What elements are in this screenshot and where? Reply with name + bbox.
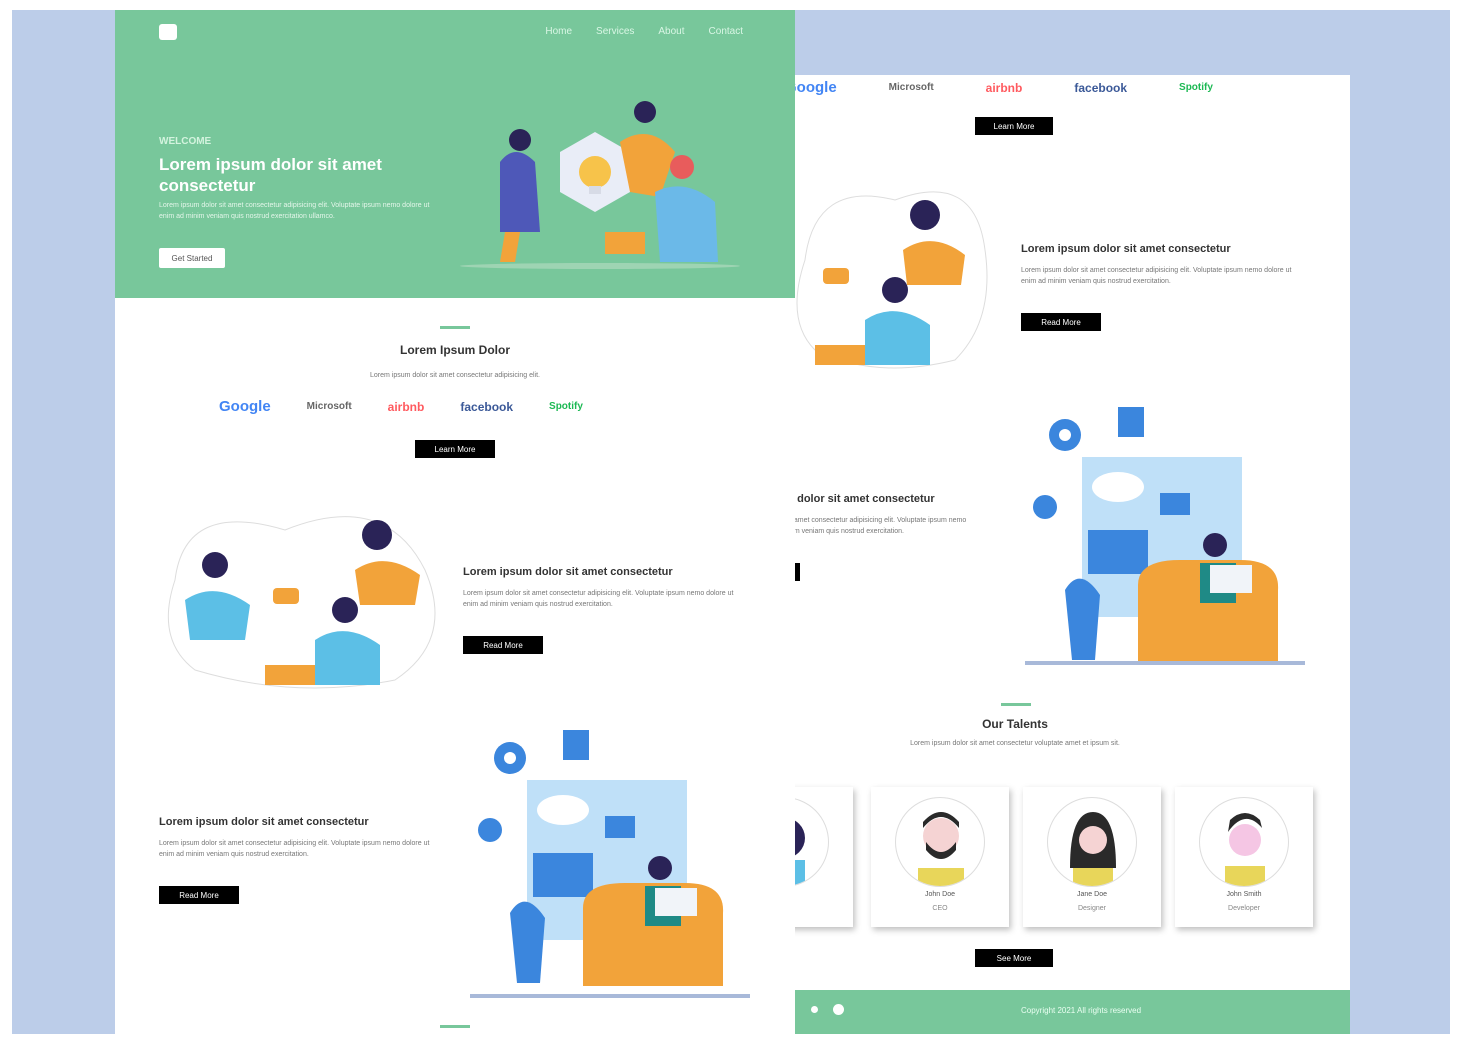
nav-item-about[interactable]: About [658,26,684,37]
avatar [895,797,985,887]
feature-1-button[interactable]: Read More [463,636,543,654]
google-logo: Google [795,79,837,96]
remote-chat-illustration [167,516,436,689]
partners-title: Lorem Ipsum Dolor [399,343,510,357]
feature-2-title: Lorem ipsum dolor sit amet consectetur [795,493,935,505]
facebook-logo: facebook [460,399,514,414]
google-logo: Google [219,398,271,415]
feature-2-text: Lorem ipsum dolor sit amet consectetur a… [159,840,430,858]
partners-button[interactable]: Learn More [975,117,1053,135]
spotify-logo: Spotify [549,401,583,412]
talents-button[interactable]: See More [975,949,1053,967]
hero-cta-button[interactable]: Get Started [159,248,225,268]
avatar [795,797,829,887]
airbnb-logo: airbnb [985,80,1023,95]
footer: Copyright 2021 All rights reserved [795,990,1350,1034]
top-nav: Home Services About Contact [545,26,743,37]
talent-card[interactable]: Jane Doe Designer [1023,787,1161,927]
avatar [1199,797,1289,887]
cloud-work-illustration [470,730,750,998]
team-idea-illustration [460,101,740,269]
talent-role: Designer [1077,905,1106,912]
partners-button[interactable]: Learn More [415,440,495,458]
hero-title: Lorem ipsum dolor sit amet consectetur [159,155,382,195]
feature-1-title: Lorem ipsum dolor sit amet consectetur [463,566,673,578]
feature-1-text: Lorem ipsum dolor sit amet consectetur a… [463,590,734,608]
avatar [1047,797,1137,887]
feature-2-button[interactable]: Read More [795,563,800,581]
talents-title: Our Talents [982,717,1048,731]
nav-item-contact[interactable]: Contact [709,26,743,37]
social-icon[interactable] [833,1004,844,1015]
hero-section: Home Services About Contact WELCOME Lore… [115,10,795,298]
partner-logos: Google Microsoft airbnb facebook Spotify [219,398,583,415]
talent-role: CEO [932,905,948,912]
feature-1-button[interactable]: Read More [1021,313,1101,331]
logo-icon[interactable] [159,24,177,40]
social-icon[interactable] [811,1006,818,1013]
partners-subtitle: Lorem ipsum dolor sit amet consectetur a… [369,372,541,379]
feature-1-title: Lorem ipsum dolor sit amet consectetur [1021,243,1231,255]
microsoft-logo: Microsoft [306,401,352,412]
remote-chat-illustration [796,191,988,369]
section-divider [440,326,470,329]
hero-eyebrow: WELCOME [159,136,212,147]
partner-logos-right: Google Microsoft airbnb facebook Spotify [795,79,1213,96]
feature-2-button[interactable]: Read More [159,886,239,904]
nav-item-services[interactable]: Services [596,26,634,37]
hero-description: Lorem ipsum dolor sit amet consectetur a… [159,202,430,220]
talent-card[interactable] [795,787,853,927]
talent-name: John Smith [1226,891,1262,898]
landing-page-left: Home Services About Contact WELCOME Lore… [115,10,795,1034]
talent-card[interactable]: John Doe CEO [871,787,1009,927]
microsoft-logo: Microsoft [888,82,934,93]
nav-item-home[interactable]: Home [545,26,572,37]
talents-subtitle: Lorem ipsum dolor sit amet consectetur v… [910,740,1120,747]
landing-page-right: Google Microsoft airbnb facebook Spotify… [795,75,1350,1034]
feature-1-text: Lorem ipsum dolor sit amet consectetur a… [1021,267,1292,285]
feature-2-title: Lorem ipsum dolor sit amet consectetur [159,816,369,828]
cloud-work-illustration [1025,407,1305,665]
section-divider-2 [440,1025,470,1028]
talent-name: John Doe [925,891,955,898]
section-divider [1001,703,1031,706]
talent-name: Jane Doe [1077,891,1107,898]
footer-copyright: Copyright 2021 All rights reserved [1021,1006,1142,1015]
feature-2-text: Lorem ipsum dolor sit amet consectetur a… [795,517,967,535]
talent-card[interactable]: John Smith Developer [1175,787,1313,927]
facebook-logo: facebook [1074,80,1128,95]
airbnb-logo: airbnb [387,399,425,414]
talent-role: Developer [1228,905,1260,912]
spotify-logo: Spotify [1179,82,1213,93]
